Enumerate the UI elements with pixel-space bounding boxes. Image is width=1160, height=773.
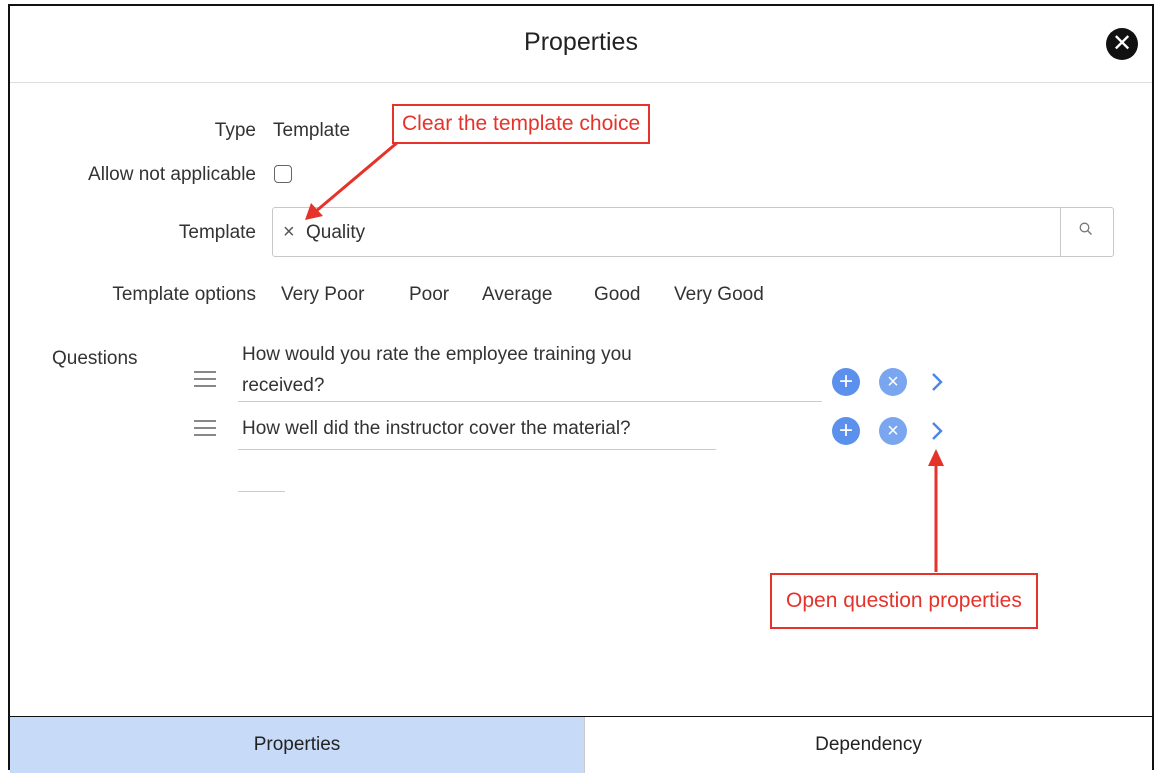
template-select[interactable]: × Quality xyxy=(272,207,1114,257)
question-text-line: How well did the instructor cover the ma… xyxy=(242,418,631,439)
question-text-line: received? xyxy=(242,375,325,396)
chevron-right-icon[interactable] xyxy=(926,417,948,445)
allow-na-label: Allow not applicable xyxy=(88,164,256,185)
template-option: Poor xyxy=(409,284,450,305)
dialog-title: Properties xyxy=(524,28,638,56)
tab-properties[interactable]: Properties xyxy=(10,717,584,773)
template-option: Average xyxy=(482,284,553,305)
questions-label: Questions xyxy=(52,348,138,369)
properties-dialog: Properties ✕ Type Template Allow not app… xyxy=(8,4,1154,773)
clear-template-icon[interactable]: × xyxy=(283,221,295,244)
template-option: Very Good xyxy=(674,284,764,305)
new-question-input[interactable] xyxy=(238,491,285,492)
template-label: Template xyxy=(178,222,256,243)
allow-na-checkbox[interactable] xyxy=(274,165,292,183)
template-options-label: Template options xyxy=(112,284,256,305)
chevron-right-icon[interactable] xyxy=(926,368,948,396)
annotation-clear-template: Clear the template choice xyxy=(392,104,651,144)
type-label: Type xyxy=(214,120,256,141)
add-question-icon[interactable]: + xyxy=(832,368,860,396)
drag-handle-icon[interactable] xyxy=(194,371,216,387)
dialog-titlebar: Properties ✕ xyxy=(10,6,1152,83)
type-value: Template xyxy=(273,120,351,141)
footer-tabs: Properties Dependency xyxy=(10,716,1152,773)
template-option: Very Poor xyxy=(281,284,365,305)
question-input[interactable]: How would you rate the employee training… xyxy=(238,339,822,402)
question-input[interactable]: How well did the instructor cover the ma… xyxy=(238,413,716,450)
search-icon xyxy=(1079,222,1092,235)
close-icon[interactable]: ✕ xyxy=(1106,28,1138,60)
template-selected-value: Quality xyxy=(306,222,366,243)
question-text-line: How would you rate the employee training… xyxy=(242,344,632,365)
template-option: Good xyxy=(594,284,641,305)
remove-question-icon[interactable]: × xyxy=(879,368,907,396)
template-search-button[interactable] xyxy=(1060,208,1113,256)
annotation-open-question: Open question properties xyxy=(770,573,1038,629)
drag-handle-icon[interactable] xyxy=(194,420,216,436)
remove-question-icon[interactable]: × xyxy=(879,417,907,445)
add-question-icon[interactable]: + xyxy=(832,417,860,445)
tab-dependency[interactable]: Dependency xyxy=(584,717,1152,773)
